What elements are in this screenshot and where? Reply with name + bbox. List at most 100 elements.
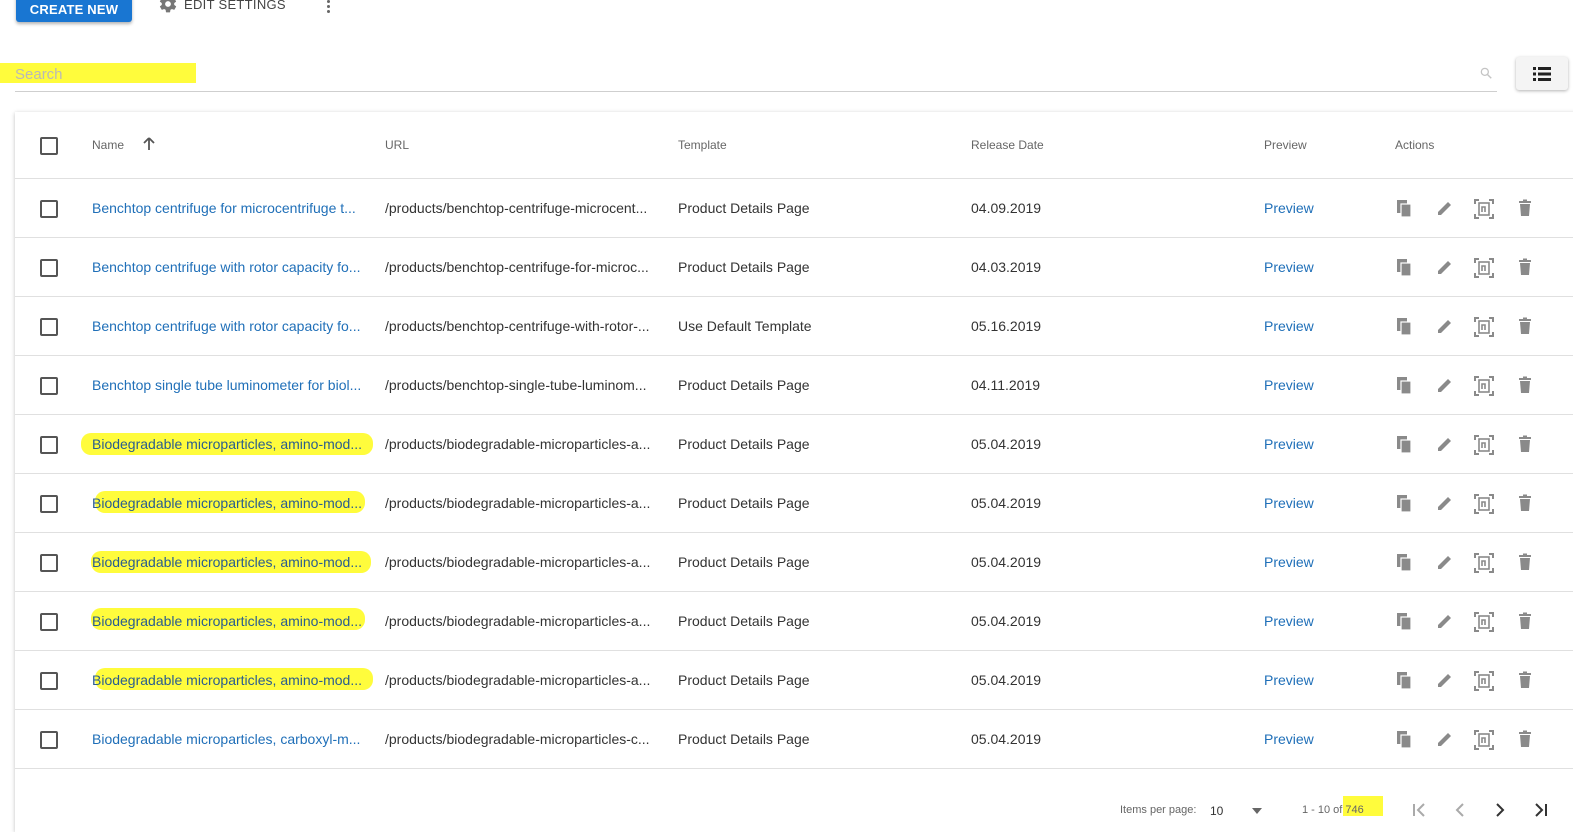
delete-icon[interactable] (1515, 493, 1535, 513)
copy-icon[interactable] (1395, 611, 1415, 631)
more-options-icon[interactable] (322, 0, 334, 16)
page-name-link[interactable]: Biodegradable microparticles, carboxyl-m… (92, 731, 360, 747)
page-name-link[interactable]: Biodegradable microparticles, amino-mod.… (92, 436, 362, 452)
page-name-link[interactable]: Benchtop centrifuge with rotor capacity … (92, 259, 360, 275)
page-release-date: 04.03.2019 (971, 259, 1042, 275)
next-page-icon[interactable] (1490, 800, 1510, 820)
copy-icon[interactable] (1395, 316, 1415, 336)
translate-icon[interactable] (1473, 611, 1494, 632)
copy-icon[interactable] (1395, 257, 1415, 277)
edit-icon[interactable] (1435, 316, 1455, 336)
translate-icon[interactable] (1473, 434, 1494, 455)
page-name-link[interactable]: Biodegradable microparticles, amino-mod.… (92, 554, 362, 570)
page-url: /products/biodegradable-microparticles-a… (385, 613, 651, 629)
edit-icon[interactable] (1435, 198, 1455, 218)
preview-link[interactable]: Preview (1264, 613, 1314, 629)
translate-icon[interactable] (1473, 316, 1494, 337)
copy-icon[interactable] (1395, 198, 1415, 218)
create-new-button[interactable]: CREATE NEW (16, 0, 132, 22)
chevron-down-icon[interactable] (1252, 808, 1262, 814)
copy-icon[interactable] (1395, 552, 1415, 572)
page-name-link[interactable]: Benchtop centrifuge with rotor capacity … (92, 318, 360, 334)
edit-icon[interactable] (1435, 257, 1455, 277)
translate-icon[interactable] (1473, 198, 1494, 219)
copy-icon[interactable] (1395, 670, 1415, 690)
preview-link[interactable]: Preview (1264, 318, 1314, 334)
page-name-link[interactable]: Biodegradable microparticles, amino-mod.… (92, 672, 362, 688)
row-checkbox[interactable] (40, 613, 58, 631)
table-row: Biodegradable microparticles, amino-mod.… (15, 474, 1573, 533)
row-checkbox[interactable] (40, 436, 58, 454)
delete-icon[interactable] (1515, 670, 1535, 690)
edit-settings-button[interactable]: EDIT SETTINGS (158, 0, 286, 14)
page-url: /products/benchtop-centrifuge-for-microc… (385, 259, 649, 275)
table-row: Biodegradable microparticles, amino-mod.… (15, 592, 1573, 651)
translate-icon[interactable] (1473, 375, 1494, 396)
row-checkbox[interactable] (40, 495, 58, 513)
header-url[interactable]: URL (385, 138, 409, 152)
edit-icon[interactable] (1435, 611, 1455, 631)
copy-icon[interactable] (1395, 493, 1415, 513)
delete-icon[interactable] (1515, 611, 1535, 631)
last-page-icon[interactable] (1530, 800, 1550, 820)
search-input[interactable] (15, 64, 1455, 84)
row-checkbox[interactable] (40, 554, 58, 572)
copy-icon[interactable] (1395, 375, 1415, 395)
preview-link[interactable]: Preview (1264, 672, 1314, 688)
translate-icon[interactable] (1473, 257, 1494, 278)
translate-icon[interactable] (1473, 493, 1494, 514)
row-checkbox[interactable] (40, 259, 58, 277)
delete-icon[interactable] (1515, 198, 1535, 218)
page-name-link[interactable]: Benchtop single tube luminometer for bio… (92, 377, 361, 393)
items-per-page-select[interactable]: 10 (1210, 804, 1223, 818)
edit-icon[interactable] (1435, 729, 1455, 749)
edit-icon[interactable] (1435, 670, 1455, 690)
translate-icon[interactable] (1473, 552, 1494, 573)
total-count: 746 (1345, 804, 1364, 816)
first-page-icon[interactable] (1410, 800, 1430, 820)
header-name[interactable]: Name (92, 138, 124, 152)
page-range-label: 1 - 10 of 746 (1302, 804, 1364, 816)
previous-page-icon[interactable] (1450, 800, 1470, 820)
delete-icon[interactable] (1515, 257, 1535, 277)
delete-icon[interactable] (1515, 434, 1535, 454)
preview-link[interactable]: Preview (1264, 554, 1314, 570)
delete-icon[interactable] (1515, 375, 1535, 395)
select-all-checkbox[interactable] (40, 137, 58, 155)
preview-link[interactable]: Preview (1264, 495, 1314, 511)
preview-link[interactable]: Preview (1264, 377, 1314, 393)
row-checkbox[interactable] (40, 377, 58, 395)
table-row: Biodegradable microparticles, amino-mod.… (15, 533, 1573, 592)
page-name-link[interactable]: Benchtop centrifuge for microcentrifuge … (92, 200, 356, 216)
delete-icon[interactable] (1515, 316, 1535, 336)
page-name-link[interactable]: Biodegradable microparticles, amino-mod.… (92, 495, 362, 511)
edit-icon[interactable] (1435, 493, 1455, 513)
edit-icon[interactable] (1435, 375, 1455, 395)
edit-icon[interactable] (1435, 434, 1455, 454)
page-template: Product Details Page (678, 436, 810, 452)
sort-ascending-icon[interactable] (142, 137, 156, 151)
list-view-toggle[interactable] (1516, 57, 1568, 90)
header-release-date[interactable]: Release Date (971, 138, 1044, 152)
preview-link[interactable]: Preview (1264, 200, 1314, 216)
copy-icon[interactable] (1395, 729, 1415, 749)
page-name-link[interactable]: Biodegradable microparticles, amino-mod.… (92, 613, 362, 629)
row-checkbox[interactable] (40, 731, 58, 749)
search-icon[interactable] (1479, 66, 1493, 80)
delete-icon[interactable] (1515, 729, 1535, 749)
page-url: /products/biodegradable-microparticles-a… (385, 436, 651, 452)
translate-icon[interactable] (1473, 729, 1494, 750)
delete-icon[interactable] (1515, 552, 1535, 572)
row-checkbox[interactable] (40, 200, 58, 218)
header-template[interactable]: Template (678, 138, 727, 152)
translate-icon[interactable] (1473, 670, 1494, 691)
row-checkbox[interactable] (40, 318, 58, 336)
edit-icon[interactable] (1435, 552, 1455, 572)
page-release-date: 05.04.2019 (971, 613, 1042, 629)
preview-link[interactable]: Preview (1264, 259, 1314, 275)
preview-link[interactable]: Preview (1264, 436, 1314, 452)
row-checkbox[interactable] (40, 672, 58, 690)
preview-link[interactable]: Preview (1264, 731, 1314, 747)
page-template: Product Details Page (678, 200, 810, 216)
copy-icon[interactable] (1395, 434, 1415, 454)
